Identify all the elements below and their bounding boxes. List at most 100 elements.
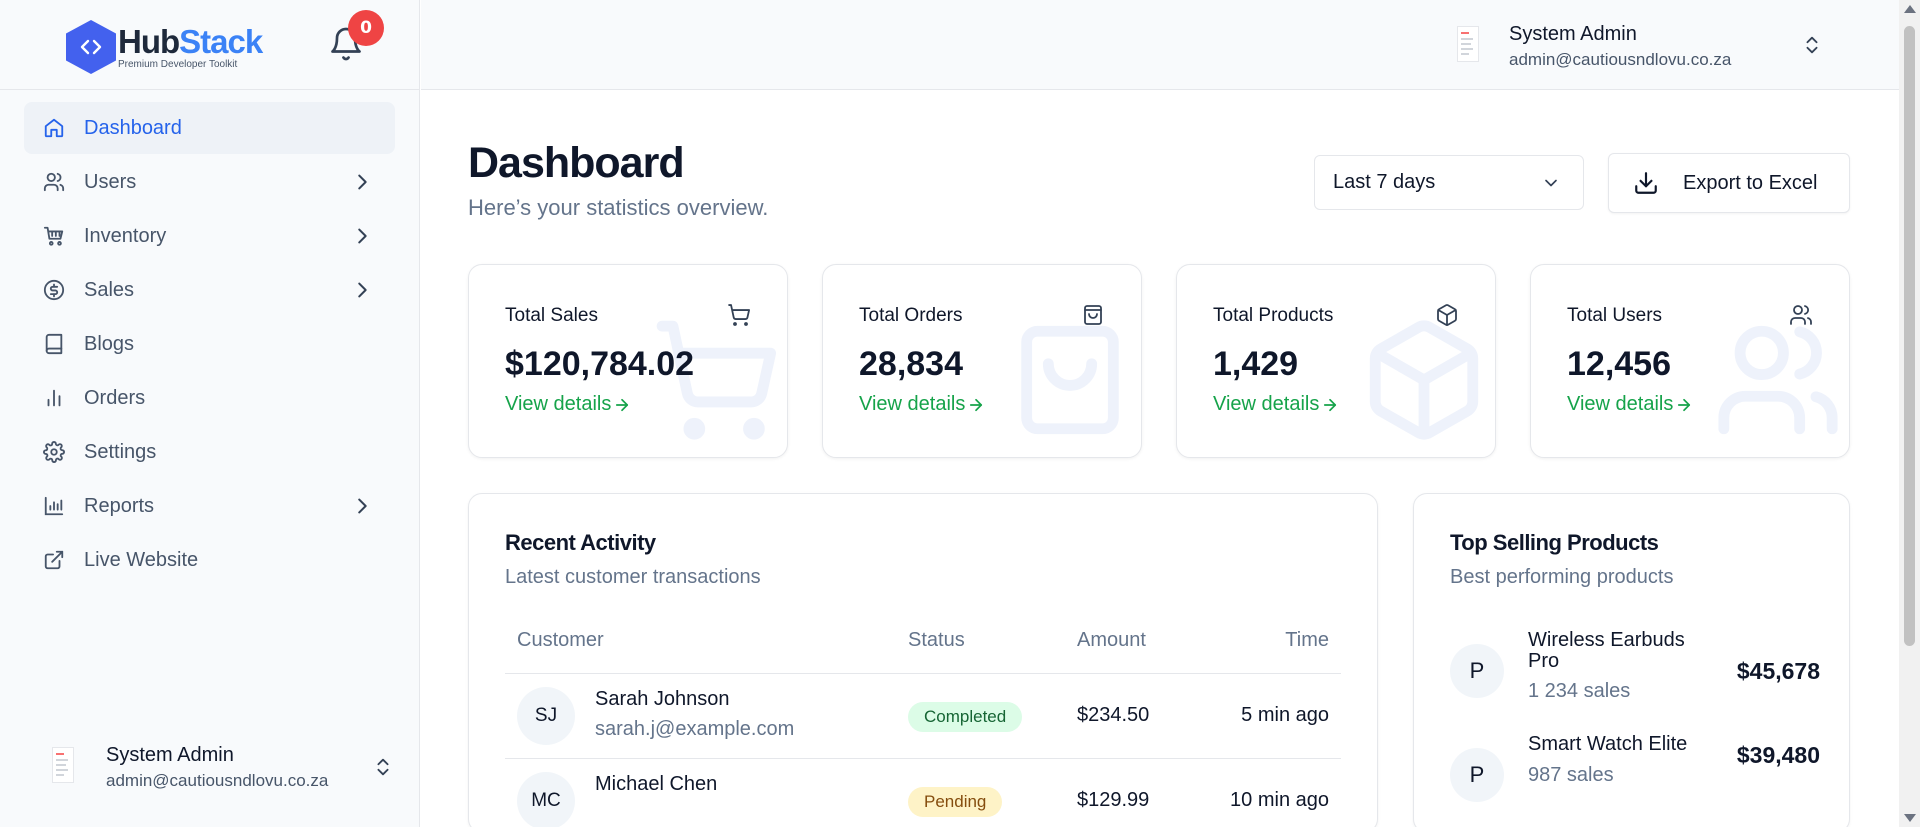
sidebar-item-label: Reports [84,494,155,517]
stat-title: Total Sales [505,305,598,326]
sidebar-item-orders[interactable]: Orders [24,372,395,424]
table-row[interactable]: MC Michael Chen Pending $129.99 10 min a… [505,759,1341,827]
user-name: System Admin [106,743,234,766]
scrollbar-thumb[interactable] [1904,26,1915,646]
date-range-select[interactable]: Last 7 days [1314,155,1584,210]
customer-avatar: MC [517,772,575,827]
time: 10 min ago [1230,789,1329,811]
product-sales: 987 sales [1528,764,1614,786]
time: 5 min ago [1241,704,1329,726]
chevrons-up-down-icon [1806,36,1818,54]
brand-name: HubStack [118,22,263,60]
stat-value: 1,429 [1213,345,1299,383]
home-icon [42,116,66,140]
sidebar-user-menu[interactable]: System Admin admin@cautiousndlovu.co.za [44,732,394,802]
column-header-time: Time [1285,629,1329,651]
column-header-status: Status [908,629,965,651]
stat-card-total-users: Total Users 12,456 View details [1530,264,1850,458]
gear-icon [42,440,66,464]
view-details-link[interactable]: View details [859,393,985,416]
amount: $234.50 [1077,704,1150,726]
brand-tagline: Premium Developer Toolkit [118,58,238,70]
sidebar-item-inventory[interactable]: Inventory [24,210,395,262]
status-badge: Completed [908,702,1023,732]
panel-title: Top Selling Products [1450,530,1659,555]
stat-title: Total Products [1213,305,1334,326]
chevron-right-icon [358,228,367,244]
column-header-amount: Amount [1077,629,1146,651]
avatar [1449,22,1491,70]
users-icon [1790,305,1812,325]
download-icon [1635,172,1657,194]
topbar: System Admin admin@cautiousndlovu.co.za [421,0,1899,90]
product-sales: 1 234 sales [1528,680,1631,702]
bag-watermark-icon [1021,325,1119,435]
sidebar-item-users[interactable]: Users [24,156,395,208]
amount: $129.99 [1077,789,1150,811]
product-item[interactable]: P Smart Watch Elite 987 sales $39,480 [1450,734,1820,827]
export-label: Export to Excel [1683,171,1818,194]
sidebar-item-blogs[interactable]: Blogs [24,318,395,370]
users-watermark-icon [1718,325,1838,435]
box-watermark-icon [1369,320,1479,440]
header-user-menu[interactable]: System Admin admin@cautiousndlovu.co.za [1449,18,1818,74]
customer-name: Sarah Johnson [595,688,730,710]
scroll-down-icon[interactable] [1904,814,1916,822]
sidebar: HubStack Premium Developer Toolkit 0 Das… [0,0,420,827]
sidebar-item-label: Users [84,170,137,193]
sidebar-item-sales[interactable]: Sales [24,264,395,316]
bar-chart-icon [42,386,66,410]
sidebar-item-settings[interactable]: Settings [24,426,395,478]
export-excel-button[interactable]: Export to Excel [1608,153,1850,213]
chevron-right-icon [358,174,367,190]
stat-title: Total Orders [859,305,963,326]
sidebar-item-label: Dashboard [84,116,182,139]
sidebar-item-label: Live Website [84,548,199,571]
sidebar-item-label: Settings [84,440,157,463]
stat-value: $120,784.02 [505,345,695,383]
chevron-down-icon [1545,179,1557,187]
product-amount: $39,480 [1736,742,1820,768]
customer-email: sarah.j@example.com [595,718,795,740]
users-icon [42,170,66,194]
stat-value: 12,456 [1567,345,1671,383]
product-item[interactable]: P Wireless Earbuds Pro 1 234 sales $45,6… [1450,630,1820,725]
sidebar-item-reports[interactable]: Reports [24,480,395,532]
stat-card-total-sales: Total Sales $120,784.02 View details [468,264,788,458]
chevrons-up-down-icon [377,758,389,776]
external-link-icon [42,548,66,572]
scroll-up-icon[interactable] [1904,5,1916,13]
cart-stack-icon [42,224,66,248]
chart-icon [42,494,66,518]
notification-badge: 0 [348,10,384,46]
user-email: admin@cautiousndlovu.co.za [106,770,329,790]
page-scrollbar[interactable] [1899,0,1920,827]
sidebar-item-live-website[interactable]: Live Website [24,534,395,586]
panel-subtitle: Latest customer transactions [505,566,761,588]
main-content: Dashboard Here’s your statistics overvie… [421,91,1899,827]
recent-activity-panel: Recent Activity Latest customer transact… [468,493,1378,827]
sidebar-item-label: Orders [84,386,146,409]
stat-card-total-products: Total Products 1,429 View details [1176,264,1496,458]
box-icon [1437,304,1457,326]
product-avatar: P [1450,644,1504,698]
sidebar-item-dashboard[interactable]: Dashboard [24,102,395,154]
arrow-right-icon [1678,398,1691,411]
chevron-right-icon [358,282,367,298]
view-details-link[interactable]: View details [505,393,631,416]
product-avatar: P [1450,748,1504,802]
customer-name: Michael Chen [595,773,718,795]
chevron-right-icon [358,498,367,514]
brand-row: HubStack Premium Developer Toolkit 0 [0,0,419,90]
activity-table: Customer Status Amount Time SJ Sarah Joh… [505,604,1341,827]
page-subtitle: Here’s your statistics overview. [468,195,769,220]
logo[interactable]: HubStack Premium Developer Toolkit [66,20,263,74]
sidebar-nav: Dashboard Users Inventory Sales Blogs Or… [24,102,395,588]
page-title: Dashboard [468,139,685,187]
arrow-right-icon [970,398,983,411]
table-header: Customer Status Amount Time [505,604,1341,674]
view-details-link[interactable]: View details [1567,393,1693,416]
view-details-link[interactable]: View details [1213,393,1339,416]
table-row[interactable]: SJ Sarah Johnson sarah.j@example.com Com… [505,674,1341,759]
user-email: admin@cautiousndlovu.co.za [1509,49,1732,69]
